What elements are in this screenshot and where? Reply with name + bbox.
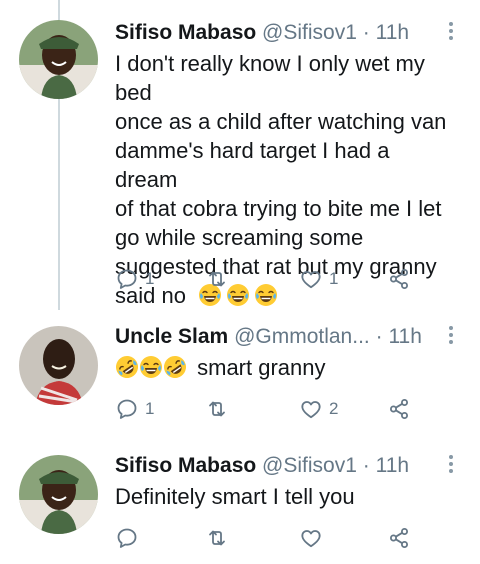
retweet-icon xyxy=(205,267,229,291)
reply-count: 1 xyxy=(145,399,155,418)
like-count: 2 xyxy=(329,399,339,418)
share-button[interactable] xyxy=(387,395,411,423)
tweet-header: Sifiso Mabaso @Sifisov1 · 11h xyxy=(115,453,456,479)
reply-icon xyxy=(115,397,139,421)
share-icon xyxy=(387,397,411,421)
like-button[interactable] xyxy=(299,524,323,552)
like-icon xyxy=(299,267,323,291)
tweet-text-line: once as a child after watching van xyxy=(115,109,447,134)
reply-icon xyxy=(115,526,139,550)
separator-dot: · xyxy=(362,454,370,477)
tweet-text-segment: smart granny xyxy=(197,355,326,380)
timestamp[interactable]: 11h xyxy=(388,325,421,348)
more-options-icon[interactable] xyxy=(446,326,456,350)
tweet-text-line: of that cobra trying to bite me I let xyxy=(115,196,442,221)
more-options-icon[interactable] xyxy=(446,22,456,46)
tweet-header: Uncle Slam @Gmmotlan... · 11h xyxy=(115,324,456,350)
like-count: 1 xyxy=(329,269,339,288)
reply-button[interactable] xyxy=(115,524,139,552)
reply-button[interactable]: 1 xyxy=(115,265,154,293)
tweet-text: Definitely smart I tell you xyxy=(115,484,355,509)
reply-button[interactable]: 1 xyxy=(115,395,154,423)
tweet-actions xyxy=(115,524,425,552)
author-handle[interactable]: @Sifisov1 xyxy=(262,454,357,477)
author-name[interactable]: Uncle Slam xyxy=(115,325,228,348)
rofl-emoji-icon xyxy=(115,355,139,379)
like-icon xyxy=(299,526,323,550)
separator-dot: · xyxy=(362,21,370,44)
like-button[interactable]: 1 xyxy=(299,265,338,293)
retweet-icon xyxy=(205,397,229,421)
author-name[interactable]: Sifiso Mabaso xyxy=(115,454,256,477)
avatar[interactable] xyxy=(19,455,98,534)
tweet[interactable]: Sifiso Mabaso @Sifisov1 · 11h I don't re… xyxy=(0,0,480,310)
like-button[interactable]: 2 xyxy=(299,395,338,423)
avatar[interactable] xyxy=(19,20,98,99)
tweet-text: smart granny xyxy=(115,353,456,382)
tweet-body: Uncle Slam @Gmmotlan... · 11h smart gran… xyxy=(115,324,456,382)
tweet[interactable]: Sifiso Mabaso @Sifisov1 · 11h Definitely… xyxy=(0,443,480,564)
reply-icon xyxy=(115,267,139,291)
tweet-text-line: I don't really know I only wet my bed xyxy=(115,51,425,105)
rofl-emoji-icon xyxy=(163,355,187,379)
share-icon xyxy=(387,267,411,291)
author-name[interactable]: Sifiso Mabaso xyxy=(115,21,256,44)
separator-dot: · xyxy=(375,325,383,348)
joy-emoji-icon xyxy=(139,355,163,379)
tweet-text-line: go while screaming some xyxy=(115,225,364,250)
share-button[interactable] xyxy=(387,524,411,552)
retweet-button[interactable] xyxy=(205,524,229,552)
author-handle[interactable]: @Gmmotlan... xyxy=(234,325,370,348)
share-button[interactable] xyxy=(387,265,411,293)
tweet-actions: 1 2 xyxy=(115,395,425,423)
tweet-actions: 1 1 xyxy=(115,265,425,293)
retweet-button[interactable] xyxy=(205,395,229,423)
retweet-icon xyxy=(205,526,229,550)
reply-count: 1 xyxy=(145,269,155,288)
author-handle[interactable]: @Sifisov1 xyxy=(262,21,357,44)
tweet[interactable]: Uncle Slam @Gmmotlan... · 11h smart gran… xyxy=(0,310,480,443)
timestamp[interactable]: 11h xyxy=(376,454,409,477)
like-icon xyxy=(299,397,323,421)
tweet-text-line: damme's hard target I had a dream xyxy=(115,138,390,192)
timestamp[interactable]: 11h xyxy=(376,21,409,44)
retweet-button[interactable] xyxy=(205,265,229,293)
share-icon xyxy=(387,526,411,550)
more-options-icon[interactable] xyxy=(446,455,456,479)
tweet-body: Sifiso Mabaso @Sifisov1 · 11h Definitely… xyxy=(115,453,456,511)
tweet-header: Sifiso Mabaso @Sifisov1 · 11h xyxy=(115,20,456,46)
avatar[interactable] xyxy=(19,326,98,405)
